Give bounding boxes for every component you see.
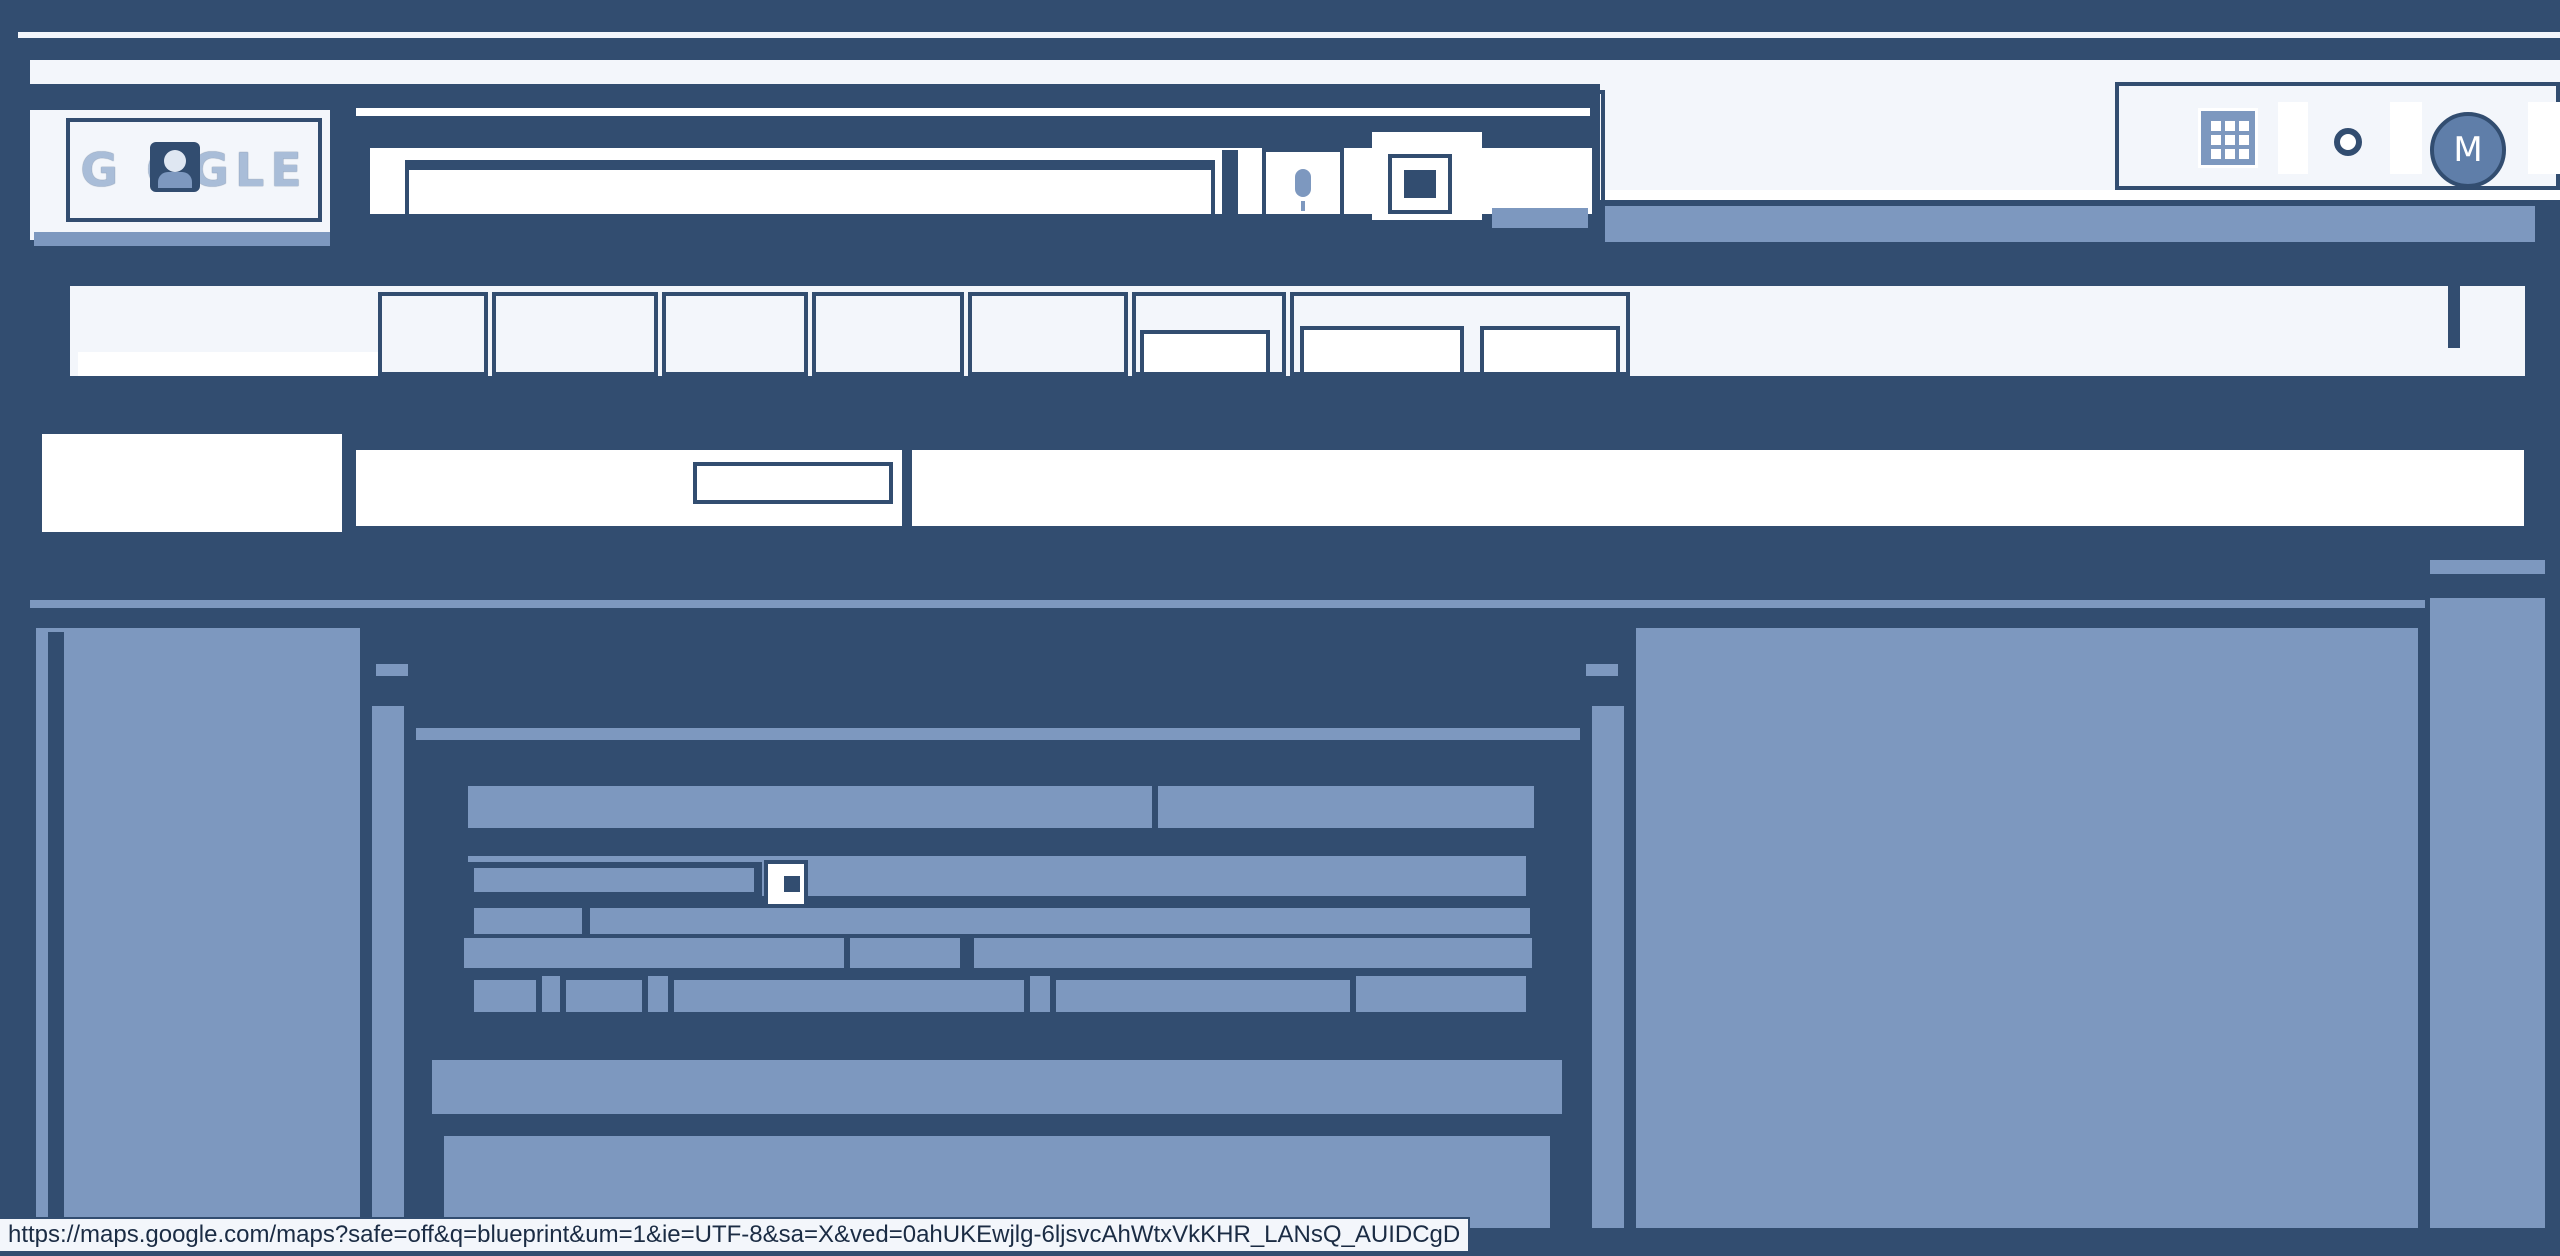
- results-divider: [30, 600, 2425, 608]
- header-right-edge: [2528, 102, 2560, 174]
- notifications-icon[interactable]: [2318, 112, 2378, 172]
- tab-8-inner-left[interactable]: [1300, 326, 1464, 376]
- card-footer-panel: [444, 1136, 1550, 1228]
- card-header-line: [416, 728, 1580, 740]
- tab-1[interactable]: [78, 352, 378, 376]
- tab-8-inner-right[interactable]: [1480, 326, 1620, 376]
- header-divider: [1605, 206, 2535, 242]
- results-divider-right: [2430, 560, 2545, 574]
- tab-5[interactable]: [812, 292, 964, 376]
- tools-divider: [2448, 286, 2460, 348]
- left-panel: [36, 628, 360, 1228]
- google-doodle-logo[interactable]: G OGLE: [66, 118, 322, 222]
- card-line-5d: [648, 976, 668, 1012]
- search-box-separator: [1222, 150, 1238, 218]
- search-input-inner-line: [405, 162, 1215, 170]
- left-panel-edge: [48, 632, 64, 1228]
- notifications-spacer: [2390, 102, 2422, 174]
- browser-top-bar: [18, 32, 2560, 38]
- filter-strip: [356, 450, 2524, 526]
- card-line-4a: [464, 938, 844, 968]
- filter-chip-selected[interactable]: [42, 434, 342, 532]
- filter-chip-outline[interactable]: [693, 462, 893, 504]
- card-line-3b: [590, 908, 1530, 934]
- apps-spacer: [2278, 102, 2308, 174]
- camera-search-icon-inner: [1396, 162, 1444, 206]
- card-line-5b: [542, 976, 560, 1012]
- far-right-panel: [2430, 598, 2545, 1228]
- tab-4[interactable]: [662, 292, 808, 376]
- search-box-top-line: [356, 108, 1590, 116]
- map-pin-icon-inner: [784, 876, 800, 892]
- tab-6[interactable]: [968, 292, 1128, 376]
- logo-underline: [34, 232, 330, 246]
- doodle-portrait-icon: [150, 142, 200, 192]
- card-line-1b: [1158, 786, 1534, 828]
- header-bottom-line: [1600, 190, 2560, 200]
- card-right-rail: [1592, 706, 1624, 1228]
- filter-strip-divider: [902, 450, 912, 526]
- card-line-4c: [974, 938, 1532, 968]
- tab-2[interactable]: [378, 292, 488, 376]
- apps-grid-icon[interactable]: [2198, 108, 2258, 168]
- card-line-3a: [474, 908, 582, 934]
- right-panel: [1636, 628, 2418, 1228]
- card-left-rail: [372, 706, 404, 1228]
- card-line-2-chip: [474, 868, 754, 892]
- card-line-5h: [1356, 976, 1526, 1012]
- card-line-5e: [674, 980, 1024, 1012]
- card-line-5g: [1056, 980, 1350, 1012]
- link-status-bar: https://maps.google.com/maps?safe=off&q=…: [0, 1217, 1471, 1253]
- tab-3[interactable]: [492, 292, 658, 376]
- card-corner-right: [1586, 664, 1618, 676]
- card-line-5f: [1030, 976, 1050, 1012]
- card-line-4b: [850, 938, 960, 968]
- microphone-icon[interactable]: [1262, 148, 1344, 218]
- search-submit-area[interactable]: [1492, 208, 1588, 228]
- account-avatar[interactable]: M: [2430, 112, 2506, 188]
- card-line-5c: [566, 980, 642, 1012]
- card-corner-left: [376, 664, 408, 676]
- tab-8-extra[interactable]: [1140, 330, 1270, 376]
- card-footer-bar: [432, 1060, 1562, 1114]
- card-line-5a: [474, 980, 536, 1012]
- card-line-1a: [468, 786, 1152, 828]
